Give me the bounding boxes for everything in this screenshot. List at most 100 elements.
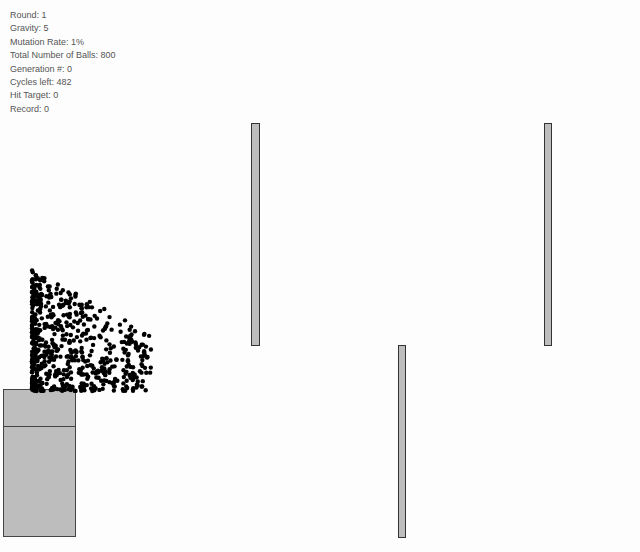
ball [40, 316, 44, 320]
ball [67, 315, 71, 319]
ball [38, 343, 42, 347]
ball [88, 353, 92, 357]
ball [80, 355, 84, 359]
ball [60, 327, 64, 331]
ball [99, 378, 103, 382]
ball [44, 304, 48, 308]
ball [56, 347, 60, 351]
ball [80, 372, 84, 376]
ball [64, 320, 68, 324]
ball [126, 358, 130, 362]
ball [65, 375, 69, 379]
ball [38, 377, 42, 381]
game-stage: Round: 1Gravity: 5Mutation Rate: 1%Total… [0, 0, 640, 552]
ball [86, 305, 90, 309]
ball [66, 359, 70, 363]
ball [82, 322, 86, 326]
ball [61, 333, 65, 337]
ball [33, 366, 37, 370]
stat-line: Record: 0 [10, 103, 116, 116]
ball [73, 294, 77, 298]
ball [39, 305, 43, 309]
ball [59, 297, 63, 301]
ball [52, 342, 56, 346]
stat-line: Gravity: 5 [10, 22, 116, 35]
ball [139, 384, 143, 388]
ball [91, 343, 95, 347]
ball [58, 354, 62, 358]
ball [30, 370, 34, 374]
ball [30, 353, 34, 357]
ball [120, 340, 124, 344]
ball [72, 319, 76, 323]
ball [74, 354, 78, 358]
ball [57, 302, 61, 306]
ball [131, 386, 135, 390]
ball [30, 341, 34, 345]
ball [54, 291, 58, 295]
ball [36, 348, 40, 352]
ball [34, 389, 38, 393]
ball [32, 332, 36, 336]
ball [118, 330, 122, 334]
ball [89, 349, 93, 353]
ball [30, 280, 34, 284]
ball [125, 364, 129, 368]
ball [40, 276, 44, 280]
ball [147, 334, 151, 338]
ball [93, 314, 97, 318]
ball [139, 362, 143, 366]
ball [68, 323, 72, 327]
ball [131, 387, 135, 391]
ball [74, 312, 78, 316]
ball [89, 381, 93, 385]
ball [46, 374, 50, 378]
wall [252, 124, 260, 346]
ball [123, 372, 127, 376]
ball [79, 346, 83, 350]
ball [75, 335, 79, 339]
ball [44, 294, 48, 298]
ball [86, 375, 90, 379]
ball [78, 339, 82, 343]
ball [79, 372, 83, 376]
stat-line: Total Number of Balls: 800 [10, 49, 116, 62]
ball [78, 303, 82, 307]
ball [110, 381, 114, 385]
ball [42, 326, 46, 330]
ball [142, 349, 146, 353]
ball [51, 387, 55, 391]
ball [118, 322, 122, 326]
ball [69, 350, 73, 354]
start-platform [4, 390, 76, 537]
ball [107, 342, 111, 346]
ball [48, 369, 52, 373]
ball [127, 328, 131, 332]
ball [120, 358, 124, 362]
ball [40, 338, 44, 342]
ball [55, 373, 59, 377]
ball [88, 363, 92, 367]
ball [141, 379, 145, 383]
ball [105, 321, 109, 325]
ball [68, 340, 72, 344]
ball [108, 358, 112, 362]
ball [104, 356, 108, 360]
ball [58, 387, 62, 391]
ball [30, 380, 34, 384]
ball [109, 327, 113, 331]
ball [40, 381, 44, 385]
ball [50, 324, 54, 328]
ball [61, 288, 65, 292]
ball-swarm [30, 268, 153, 393]
wall [545, 124, 552, 346]
ball [71, 357, 75, 361]
ball [115, 379, 119, 383]
ball [143, 388, 147, 392]
ball [72, 338, 76, 342]
ball [57, 319, 61, 323]
ball [126, 353, 130, 357]
ball [65, 368, 69, 372]
ball [59, 298, 63, 302]
ball [30, 323, 34, 327]
